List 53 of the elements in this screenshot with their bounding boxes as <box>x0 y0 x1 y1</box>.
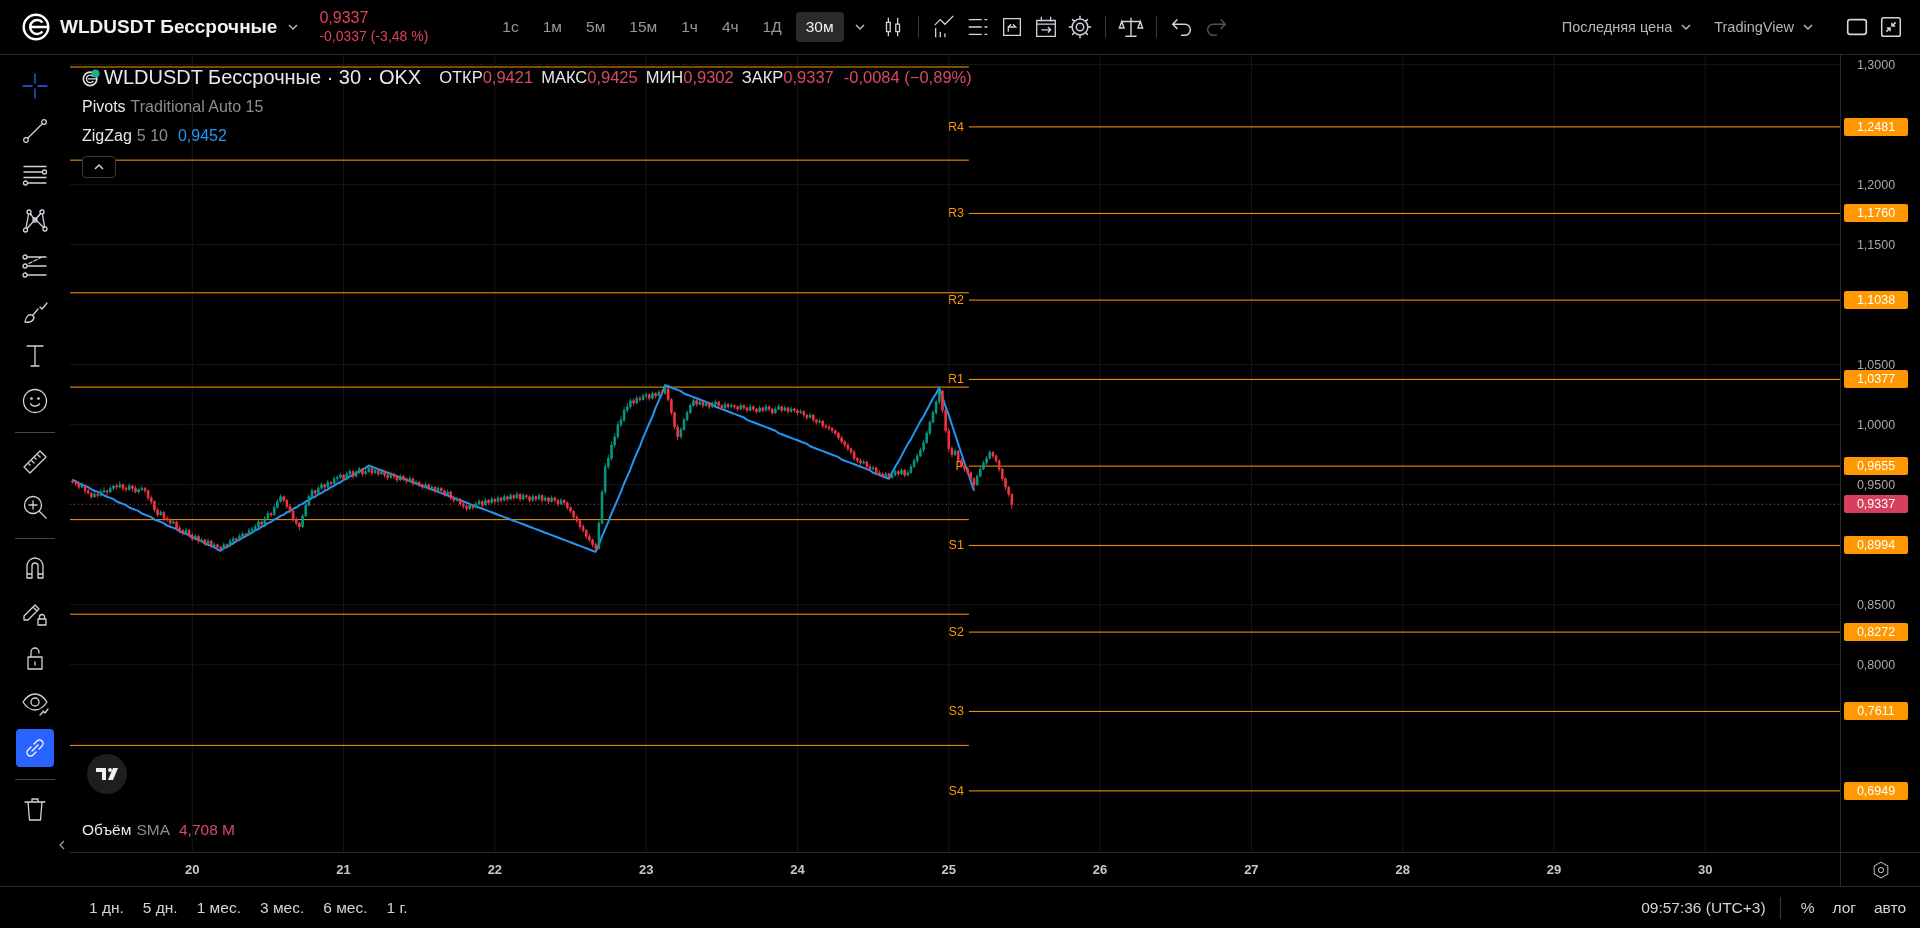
ohlc-value: 0,9337 <box>783 68 834 87</box>
last-price: 0,9337 <box>319 9 370 27</box>
date-tick: 21 <box>336 862 351 877</box>
pivot-label: R3 <box>946 206 965 220</box>
pivot-label: S1 <box>947 538 965 552</box>
pivot-price-tag: 0,6949 <box>1844 781 1908 800</box>
date-tick: 20 <box>185 862 200 877</box>
date-tick: 24 <box>790 862 805 877</box>
price-tick: 1,1500 <box>1855 239 1897 251</box>
date-tick: 25 <box>941 862 956 877</box>
ohlc-value: 0,9421 <box>482 68 534 87</box>
price-tick: 1,2000 <box>1855 179 1897 191</box>
ohlc-value: 0,9425 <box>587 68 638 87</box>
pivot-label: R4 <box>946 120 965 134</box>
indicator-params: Traditional Auto 15 <box>130 98 264 116</box>
price-tick: 1,0000 <box>1855 419 1897 431</box>
pivot-price-tag: 0,7611 <box>1844 702 1908 721</box>
price-tick: 0,8500 <box>1855 599 1897 611</box>
pivot-price-tag: 1,1038 <box>1844 291 1908 310</box>
pivot-price-tag: 1,0377 <box>1844 370 1908 389</box>
pivot-label: R1 <box>946 372 965 386</box>
ohlc-label: МАКС <box>541 68 588 87</box>
ohlc-label: ОТКР <box>439 68 483 87</box>
pivot-price-tag: 0,8272 <box>1844 623 1908 642</box>
pivot-label: R2 <box>946 293 965 307</box>
date-tick: 23 <box>638 862 654 877</box>
price-tick: 1,0500 <box>1855 359 1897 371</box>
pivot-price-tag: 1,2481 <box>1844 117 1908 136</box>
pivot-label: S2 <box>947 625 965 639</box>
date-tick: 26 <box>1092 862 1108 877</box>
indicator-value: 0,9452 <box>177 127 227 145</box>
volume-params: SMA <box>136 821 170 839</box>
pivot-label: S4 <box>947 784 965 798</box>
price-tick: 0,9500 <box>1855 479 1897 491</box>
volume-value: 4,708 M <box>179 821 235 839</box>
price-tick: 1,3000 <box>1855 59 1897 71</box>
ohlc-label: МИН <box>645 68 684 87</box>
date-tick: 30 <box>1698 862 1713 877</box>
date-tick: 29 <box>1546 862 1562 877</box>
indicator-params: 5 10 <box>136 127 168 145</box>
pivot-price-tag: 0,9655 <box>1844 457 1908 476</box>
pivot-price-tag: 0,8994 <box>1844 536 1908 555</box>
price-tick: 0,8000 <box>1855 659 1897 671</box>
ohlc-value: 0,9302 <box>683 68 734 87</box>
ohlc-label: ЗАКР <box>741 68 784 87</box>
date-tick: 27 <box>1244 862 1259 877</box>
last-price-tag: 0,9337 <box>1844 495 1908 514</box>
date-tick: 28 <box>1395 862 1410 877</box>
price-change: -0,0337 (-3,48 %) <box>319 27 429 45</box>
legend-price-change: -0,0084 (−0,89%) <box>843 68 972 87</box>
pivot-label: S3 <box>947 704 965 718</box>
date-tick: 22 <box>487 862 503 877</box>
pivot-price-tag: 1,1760 <box>1844 204 1908 223</box>
